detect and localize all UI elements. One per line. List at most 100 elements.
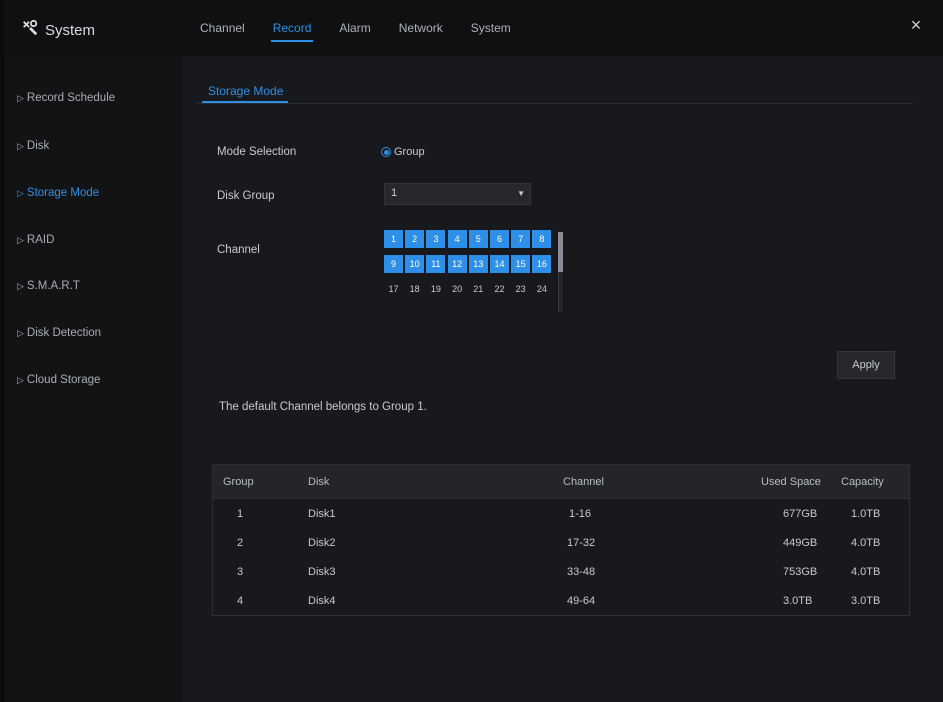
channel-cell[interactable]: 6 xyxy=(490,230,509,248)
chevron-right-icon: ▷ xyxy=(17,235,24,245)
chevron-right-icon: ▷ xyxy=(17,328,24,338)
column-header-disk: Disk xyxy=(308,475,330,488)
cell-used-space: 677GB xyxy=(783,507,818,520)
cell-capacity: 1.0TB xyxy=(851,507,881,520)
table-header: Group Disk Channel Used Space Capacity xyxy=(213,465,909,499)
column-header-capacity: Capacity xyxy=(841,475,884,488)
channel-cell[interactable]: 3 xyxy=(426,230,446,248)
channel-cell[interactable]: 10 xyxy=(405,255,425,273)
default-group-note: The default Channel belongs to Group 1. xyxy=(219,401,427,413)
cell-capacity: 3.0TB xyxy=(851,594,881,607)
channel-cell[interactable]: 7 xyxy=(511,230,531,248)
channel-cell[interactable]: 8 xyxy=(532,230,552,248)
cell-used-space: 3.0TB xyxy=(783,594,813,607)
cell-capacity: 4.0TB xyxy=(851,565,881,578)
sidebar-item-smart[interactable]: ▷ S.M.A.R.T xyxy=(17,280,80,292)
app-title-text: System xyxy=(45,21,96,39)
channel-cell[interactable]: 17 xyxy=(384,280,403,298)
cell-channel: 1-16 xyxy=(569,507,592,520)
sidebar-item-storage-mode[interactable]: ▷ Storage Mode xyxy=(17,187,99,199)
sidebar-item-label: RAID xyxy=(26,234,55,246)
tab-channel[interactable]: Channel xyxy=(200,0,245,56)
chevron-down-icon: ▼ xyxy=(517,189,525,198)
chevron-right-icon: ▷ xyxy=(17,188,24,198)
tab-record[interactable]: Record xyxy=(270,0,314,56)
top-bar: System Channel Record Alarm Network Syst… xyxy=(5,0,943,56)
tab-storage-mode[interactable]: Storage Mode xyxy=(208,84,283,98)
channel-cell[interactable]: 9 xyxy=(384,255,403,273)
group-radio-label: Group xyxy=(394,146,425,158)
disk-group-select[interactable]: 1 ▼ xyxy=(384,183,531,205)
sidebar-item-cloud-storage[interactable]: ▷ Cloud Storage xyxy=(17,374,100,386)
channel-cell[interactable]: 24 xyxy=(532,280,551,298)
cell-disk: Disk2 xyxy=(308,536,336,549)
mode-selection-label: Mode Selection xyxy=(217,146,297,158)
sidebar-item-disk[interactable]: ▷ Disk xyxy=(17,140,49,152)
channel-cell[interactable]: 5 xyxy=(468,230,488,248)
sidebar-item-disk-detection[interactable]: ▷ Disk Detection xyxy=(17,327,101,339)
group-table: Group Disk Channel Used Space Capacity 1… xyxy=(212,464,910,616)
sidebar-item-raid[interactable]: ▷ RAID xyxy=(17,234,54,246)
cell-group: 2 xyxy=(237,536,244,549)
chevron-right-icon: ▷ xyxy=(17,141,24,151)
main-tabs: Channel Record Alarm Network System xyxy=(200,0,539,56)
cell-group: 1 xyxy=(237,507,244,520)
cell-disk: Disk3 xyxy=(308,565,336,578)
channel-cell[interactable]: 20 xyxy=(448,280,467,298)
channel-cell[interactable]: 15 xyxy=(511,255,531,273)
sidebar: ▷ Record Schedule ▷ Disk ▷ Storage Mode ▷ RA… xyxy=(5,56,182,702)
chevron-right-icon: ▷ xyxy=(17,93,24,103)
cell-used-space: 753GB xyxy=(783,565,818,578)
channel-cell[interactable]: 12 xyxy=(447,255,467,273)
chevron-right-icon: ▷ xyxy=(17,375,24,385)
sidebar-item-label: Storage Mode xyxy=(26,187,100,199)
disk-group-value: 1 xyxy=(391,187,398,199)
sidebar-item-label: Cloud Storage xyxy=(26,374,101,386)
channel-cell[interactable]: 13 xyxy=(468,255,488,273)
channel-cell[interactable]: 23 xyxy=(511,280,530,298)
cell-channel: 49-64 xyxy=(567,594,596,607)
sidebar-item-record-schedule[interactable]: ▷ Record Schedule xyxy=(17,92,115,104)
radio-selected-icon xyxy=(381,147,391,157)
channel-cell[interactable]: 11 xyxy=(426,255,446,273)
screen: System Channel Record Alarm Network Syst… xyxy=(5,0,943,702)
subtab-active-indicator xyxy=(202,101,288,103)
table-row[interactable]: 3 Disk3 33-48 753GB 4.0TB xyxy=(213,557,909,586)
column-header-used-space: Used Space xyxy=(761,475,821,488)
channel-cell[interactable]: 22 xyxy=(490,280,509,298)
channel-cell[interactable]: 1 xyxy=(384,230,403,248)
channel-cell[interactable]: 4 xyxy=(447,230,467,248)
channel-grid-scroll-thumb[interactable] xyxy=(558,232,563,272)
apply-button[interactable]: Apply xyxy=(837,351,895,379)
tab-network[interactable]: Network xyxy=(399,0,443,56)
app-title: System xyxy=(21,19,95,41)
cell-group: 4 xyxy=(237,594,244,607)
cell-group: 3 xyxy=(237,565,244,578)
subtab-divider xyxy=(197,103,913,104)
cell-used-space: 449GB xyxy=(783,536,818,549)
tab-alarm[interactable]: Alarm xyxy=(339,0,370,56)
channel-cell[interactable]: 14 xyxy=(490,255,509,273)
table-row[interactable]: 2 Disk2 17-32 449GB 4.0TB xyxy=(213,528,909,557)
channel-cell[interactable]: 21 xyxy=(469,280,488,298)
channel-label: Channel xyxy=(217,244,260,256)
disk-group-label: Disk Group xyxy=(217,190,275,202)
cell-channel: 33-48 xyxy=(567,565,596,578)
sidebar-item-label: S.M.A.R.T xyxy=(26,280,80,292)
table-row[interactable]: 1 Disk1 1-16 677GB 1.0TB xyxy=(213,499,909,528)
column-header-channel: Channel xyxy=(563,475,604,488)
channel-cell[interactable]: 2 xyxy=(405,230,425,248)
channel-cell[interactable]: 19 xyxy=(426,280,445,298)
column-header-group: Group xyxy=(223,475,254,488)
sidebar-item-label: Disk Detection xyxy=(26,327,102,339)
cell-disk: Disk4 xyxy=(308,594,336,607)
table-row[interactable]: 4 Disk4 49-64 3.0TB 3.0TB xyxy=(213,586,909,615)
chevron-right-icon: ▷ xyxy=(17,281,24,291)
cell-channel: 17-32 xyxy=(567,536,596,549)
channel-cell[interactable]: 16 xyxy=(532,255,552,273)
group-radio[interactable]: Group xyxy=(381,146,425,158)
sidebar-item-label: Disk xyxy=(26,140,50,152)
tab-system[interactable]: System xyxy=(471,0,511,56)
close-icon[interactable]: × xyxy=(905,14,927,36)
channel-cell[interactable]: 18 xyxy=(405,280,424,298)
